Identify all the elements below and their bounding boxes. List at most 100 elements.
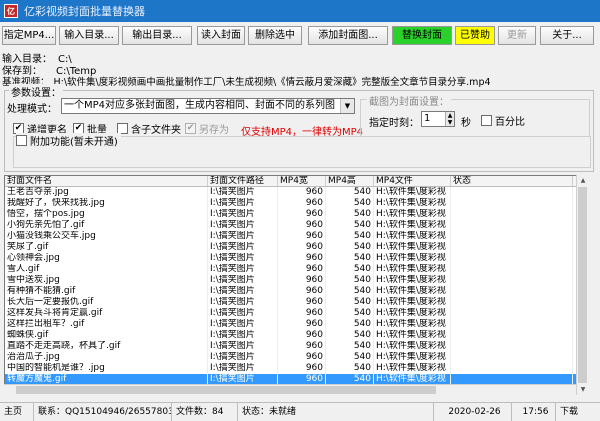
base-video-value: H:\软件集\度彩视频画中画批量制作工厂\未生成视频\《情云蔽月爱深藏》完整版全… — [53, 77, 491, 88]
cell-filename: 蜘蛛侠.gif — [5, 330, 208, 341]
scroll-thumb[interactable] — [578, 187, 587, 383]
cell-width: 960 — [278, 231, 326, 242]
addon-checkbox[interactable]: 附加功能(暂未开通) — [16, 133, 121, 148]
toolbar: 指定MP4... 输入目录... 输出目录... 读入封面 删除选中 添加封面图… — [0, 26, 600, 46]
mode-select[interactable]: 一个MP4对应多张封面图，生成内容相同、封面不同的系列图 ▼ — [61, 98, 355, 114]
col-header-filename[interactable]: 封面文件名 — [5, 176, 208, 186]
scroll-up-icon[interactable]: ▲ — [577, 175, 589, 186]
col-header-height[interactable]: MP4高 — [326, 176, 374, 186]
cell-width: 960 — [278, 187, 326, 198]
hscroll-thumb[interactable] — [16, 386, 436, 394]
cell-height: 540 — [326, 242, 374, 253]
cell-height: 540 — [326, 363, 374, 374]
cell-path: I:\搞笑图片 — [208, 231, 278, 242]
table-row[interactable]: 小猫没钱乘公交车.jpg I:\搞笑图片 960 540 H:\软件集\度彩视 — [5, 231, 587, 242]
col-header-width[interactable]: MP4宽 — [278, 176, 326, 186]
cell-mp4: H:\软件集\度彩视 — [374, 330, 451, 341]
table-row[interactable]: 有种猜不能猜.gif I:\搞笑图片 960 540 H:\软件集\度彩视 — [5, 286, 587, 297]
cell-mp4: H:\软件集\度彩视 — [374, 297, 451, 308]
cell-width: 960 — [278, 352, 326, 363]
table-row[interactable]: 这样拦出租车？.gif I:\搞笑图片 960 540 H:\软件集\度彩视 — [5, 319, 587, 330]
cell-width: 960 — [278, 242, 326, 253]
col-header-path[interactable]: 封面文件路径 — [208, 176, 278, 186]
file-table[interactable]: 封面文件名 封面文件路径 MP4宽 MP4高 MP4文件 状态 王老吉夺亲.jp… — [4, 175, 588, 395]
cell-status — [451, 275, 573, 286]
mode-label: 处理模式： — [7, 104, 57, 115]
save-as-checkbox[interactable]: ✔ 另存为 — [185, 121, 229, 136]
percent-label: 百分比 — [495, 117, 525, 128]
cell-path: I:\搞笑图片 — [208, 330, 278, 341]
cell-width: 960 — [278, 198, 326, 209]
table-row[interactable]: 小狗先亲先怕了.gif I:\搞笑图片 960 540 H:\软件集\度彩视 — [5, 220, 587, 231]
add-cover-button[interactable]: 添加封面图... — [308, 26, 388, 45]
output-dir-button[interactable]: 输出目录... — [122, 26, 192, 45]
cell-width: 960 — [278, 264, 326, 275]
replace-cover-button[interactable]: 替换封面 — [392, 26, 452, 45]
cell-width: 960 — [278, 363, 326, 374]
scroll-down-icon[interactable]: ▼ — [577, 384, 589, 395]
cell-path: I:\搞笑图片 — [208, 242, 278, 253]
cell-mp4: H:\软件集\度彩视 — [374, 253, 451, 264]
cell-height: 540 — [326, 319, 374, 330]
cell-filename: 中国的智能机是谁？.jpg — [5, 363, 208, 374]
cell-path: I:\搞笑图片 — [208, 264, 278, 275]
cell-filename: 雪中送炭.jpg — [5, 275, 208, 286]
cell-status — [451, 297, 573, 308]
cell-status — [451, 231, 573, 242]
cell-status — [451, 330, 573, 341]
col-header-mp4[interactable]: MP4文件 — [374, 176, 451, 186]
cell-mp4: H:\软件集\度彩视 — [374, 319, 451, 330]
spin-arrows-icon[interactable]: ▲ ▼ — [445, 112, 454, 126]
table-row[interactable]: 直踏不走走高跷，杯具了.gif I:\搞笑图片 960 540 H:\软件集\度彩视 — [5, 341, 587, 352]
capture-group: 截图为封面设置： 指定时刻： 1 ▲ ▼ 秒 百分比 — [360, 93, 590, 137]
seconds-label: 秒 — [461, 118, 471, 129]
update-button[interactable]: 更新 — [498, 26, 536, 45]
mode-select-value: 一个MP4对应多张封面图，生成内容相同、封面不同的系列图 — [64, 100, 336, 111]
vertical-scrollbar[interactable]: ▲ ▼ — [576, 175, 588, 395]
table-row[interactable]: 王老吉夺亲.jpg I:\搞笑图片 960 540 H:\软件集\度彩视 — [5, 187, 587, 198]
input-dir-button[interactable]: 输入目录... — [59, 26, 119, 45]
cell-path: I:\搞笑图片 — [208, 297, 278, 308]
table-row[interactable]: 长大后一定要报仇.gif I:\搞笑图片 960 540 H:\软件集\度彩视 — [5, 297, 587, 308]
cell-path: I:\搞笑图片 — [208, 341, 278, 352]
cell-height: 540 — [326, 220, 374, 231]
params-group: 参数设置： 处理模式： 一个MP4对应多张封面图，生成内容相同、封面不同的系列图… — [4, 84, 594, 172]
subfolder-checkbox[interactable]: 含子文件夹 — [117, 121, 181, 136]
col-header-status[interactable]: 状态 — [451, 176, 573, 186]
checkbox-unchecked-icon — [16, 135, 27, 146]
table-row[interactable]: 雪人.gif I:\搞笑图片 960 540 H:\软件集\度彩视 — [5, 264, 587, 275]
percent-checkbox[interactable]: 百分比 — [481, 113, 525, 128]
cell-status — [451, 220, 573, 231]
select-mp4-button[interactable]: 指定MP4... — [2, 26, 56, 45]
table-row[interactable]: 这样发兵斗将肯定赢.gif I:\搞笑图片 960 540 H:\软件集\度彩视 — [5, 308, 587, 319]
table-row[interactable]: 心领神会.jpg I:\搞笑图片 960 540 H:\软件集\度彩视 — [5, 253, 587, 264]
cell-filename: 这样拦出租车？.gif — [5, 319, 208, 330]
read-cover-button[interactable]: 读入封面 — [197, 26, 245, 45]
table-row[interactable]: 悟空，摆个pos.jpg I:\搞笑图片 960 540 H:\软件集\度彩视 — [5, 209, 587, 220]
cell-height: 540 — [326, 187, 374, 198]
cell-mp4: H:\软件集\度彩视 — [374, 352, 451, 363]
cell-mp4: H:\软件集\度彩视 — [374, 264, 451, 275]
cell-mp4: H:\软件集\度彩视 — [374, 220, 451, 231]
about-button[interactable]: 关于... — [540, 26, 594, 45]
title-bar: 亿 亿彩视频封面批量替换器 — [0, 0, 600, 22]
home-link[interactable]: 主页 — [0, 403, 34, 421]
table-row[interactable]: 笑尿了.gif I:\搞笑图片 960 540 H:\软件集\度彩视 — [5, 242, 587, 253]
time-stepper[interactable]: 1 ▲ ▼ — [421, 111, 455, 127]
table-row[interactable]: 蜘蛛侠.gif I:\搞笑图片 960 540 H:\软件集\度彩视 — [5, 330, 587, 341]
cell-path: I:\搞笑图片 — [208, 187, 278, 198]
table-row[interactable]: 雪中送炭.jpg I:\搞笑图片 960 540 H:\软件集\度彩视 — [5, 275, 587, 286]
sponsored-button[interactable]: 已赞助 — [455, 26, 495, 45]
cell-filename: 小猫没钱乘公交车.jpg — [5, 231, 208, 242]
params-legend: 参数设置： — [9, 84, 63, 99]
cell-filename: 悟空，摆个pos.jpg — [5, 209, 208, 220]
table-row[interactable]: 我醒好了，快来找我.jpg I:\搞笑图片 960 540 H:\软件集\度彩视 — [5, 198, 587, 209]
cell-status — [451, 286, 573, 297]
horizontal-scrollbar[interactable] — [4, 384, 576, 395]
table-row[interactable]: 中国的智能机是谁？.jpg I:\搞笑图片 960 540 H:\软件集\度彩视 — [5, 363, 587, 374]
delete-selected-button[interactable]: 删除选中 — [248, 26, 302, 45]
contact-info: 联系：QQ15104946/2655780380 — [34, 403, 172, 421]
subfolder-label: 含子文件夹 — [131, 125, 181, 136]
table-row[interactable]: 治治瓜子.jpg I:\搞笑图片 960 540 H:\软件集\度彩视 — [5, 352, 587, 363]
chevron-down-icon[interactable]: ▼ — [340, 99, 354, 113]
